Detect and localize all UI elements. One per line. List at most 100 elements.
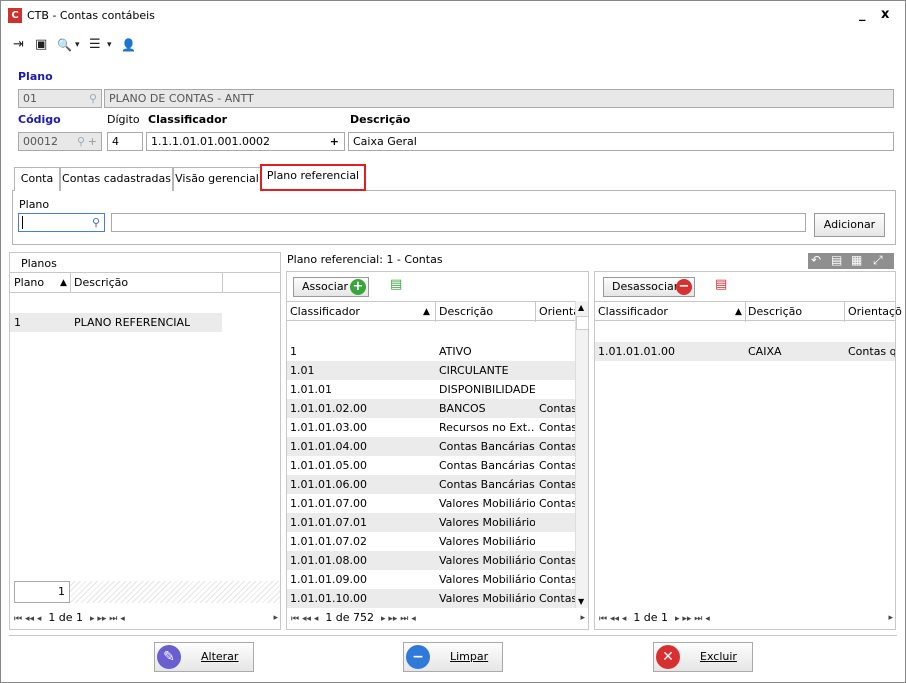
add-list-icon[interactable]: ▤ [390, 277, 402, 292]
prev-page-icon[interactable]: ◂◂ [610, 614, 619, 624]
first-page-icon[interactable]: ⏮ [291, 614, 299, 624]
table-row[interactable]: 1.01.01.02.00 BANCOS Contas [287, 399, 575, 418]
last-page-icon[interactable]: ⏭ [109, 614, 117, 624]
codigo-field[interactable]: 00012 ⚲ + [18, 132, 102, 151]
next-icon[interactable]: ▸ [90, 614, 95, 624]
prev-page-icon[interactable]: ◂◂ [25, 614, 34, 624]
col-header-classificador[interactable]: Classificador [290, 302, 360, 322]
next-page-icon[interactable]: ▸▸ [388, 614, 397, 624]
col-header-descricao[interactable]: Descrição [439, 302, 493, 322]
minimize-button[interactable]: _ [859, 7, 866, 22]
table-row[interactable]: 1.01.01.03.00 Recursos no Ext… Contas [287, 418, 575, 437]
remove-list-icon[interactable]: ▤ [715, 277, 727, 292]
table-row[interactable]: 1.01.01.07.01 Valores Mobiliário… [287, 513, 575, 532]
col-header-orientacao[interactable]: Orientaçõ [848, 302, 902, 322]
divider [435, 302, 436, 322]
prev-page-icon[interactable]: ◂◂ [302, 614, 311, 624]
exit-icon[interactable]: ⇥ [13, 37, 24, 53]
col-header-plano[interactable]: Plano [14, 273, 44, 293]
list-icon[interactable]: ☰ [89, 37, 101, 53]
scroll-left-icon[interactable]: ◂ [411, 614, 416, 624]
digito-field[interactable]: 4 [107, 132, 143, 151]
cell-descricao: Recursos no Ext… [439, 421, 535, 434]
cell-orientacao: Contas [539, 459, 575, 472]
title-bar: C CTB - Contas contábeis _ x [1, 1, 905, 29]
assoc-pager: ⏮ ◂◂ ◂ 1 de 1 ▸ ▸▸ ⏭ ◂ ▸ [599, 611, 893, 626]
table-row[interactable]: 1.01.01.10.00 Valores Mobiliário… Contas [287, 589, 575, 608]
table-row[interactable]: 1.01.01.07.02 Valores Mobiliário… [287, 532, 575, 551]
last-page-icon[interactable]: ⏭ [400, 614, 408, 624]
table-row[interactable]: 1.01 CIRCULANTE [287, 361, 575, 380]
col-header-descricao[interactable]: Descrição [74, 273, 128, 293]
desassociar-button[interactable]: Desassociar − [603, 277, 695, 297]
scroll-left-icon[interactable]: ◂ [705, 614, 710, 624]
table-row[interactable]: 1.01.01.04.00 Contas Bancárias… Contas [287, 437, 575, 456]
cell-classificador: 1 [290, 345, 297, 358]
tab-visao-gerencial[interactable]: Visão gerencial [173, 167, 261, 191]
pager-text: 1 de 1 [633, 611, 669, 624]
scroll-right-icon[interactable]: ▸ [580, 611, 585, 625]
table-row[interactable]: 1.01.01.08.00 Valores Mobiliário… Contas [287, 551, 575, 570]
scroll-right-icon[interactable]: ▸ [273, 611, 278, 625]
plus-icon[interactable]: + [88, 133, 97, 150]
excluir-button[interactable]: ✕ Excluir [653, 642, 753, 672]
table-row[interactable]: 1.01.01.05.00 Contas Bancárias… Contas [287, 456, 575, 475]
search-icon[interactable]: ⚲ [92, 214, 100, 231]
table-row[interactable]: 1.01.01 DISPONIBILIDADES [287, 380, 575, 399]
classificador-field[interactable]: 1.1.1.01.01.001.0002 + [146, 132, 345, 151]
next-icon[interactable]: ▸ [675, 614, 680, 624]
tab-plano-referencial[interactable]: Plano referencial [260, 164, 366, 191]
next-page-icon[interactable]: ▸▸ [97, 614, 106, 624]
screen-icon[interactable]: ▣ [35, 37, 47, 53]
col-header-classificador[interactable]: Classificador [598, 302, 668, 322]
prev-icon[interactable]: ◂ [622, 614, 627, 624]
cell-descricao: Valores Mobiliário… [439, 592, 535, 605]
cell-orientacao: Contas qu [848, 345, 895, 358]
first-page-icon[interactable]: ⏮ [14, 614, 22, 624]
scroll-up-icon[interactable]: ▲ [578, 303, 584, 312]
cell-descricao: PLANO REFERENCIAL [74, 316, 191, 329]
plano-ref-input[interactable]: ⚲ [18, 213, 105, 232]
col-header-orientacao[interactable]: Orienta [539, 302, 580, 322]
expand-icon[interactable]: ⤢ [873, 253, 883, 268]
alterar-button[interactable]: ✎ Alterar [154, 642, 254, 672]
tab-contas-cadastradas[interactable]: Contas cadastradas [60, 167, 173, 191]
scroll-thumb[interactable] [576, 316, 589, 330]
col-header-descricao[interactable]: Descrição [748, 302, 802, 322]
plus-icon[interactable]: + [330, 133, 339, 150]
descricao-field[interactable]: Caixa Geral [348, 132, 894, 151]
scroll-left-icon[interactable]: ◂ [120, 614, 125, 624]
close-button[interactable]: x [881, 7, 889, 22]
divider [535, 302, 536, 322]
table-row[interactable]: 1.01.01.07.00 Valores Mobiliários Contas [287, 494, 575, 513]
table-row[interactable]: 1 PLANO REFERENCIAL [10, 313, 222, 332]
user-icon[interactable]: 👤 [121, 37, 136, 53]
scroll-right-icon[interactable]: ▸ [888, 611, 893, 625]
next-icon[interactable]: ▸ [381, 614, 386, 624]
limpar-button[interactable]: − Limpar [403, 642, 503, 672]
table-row[interactable]: 1.01.01.01.00 CAIXA Contas qu [595, 342, 895, 361]
adicionar-button[interactable]: Adicionar [814, 213, 885, 237]
first-page-icon[interactable]: ⏮ [599, 614, 607, 624]
ref-scrollbar[interactable]: ▲ ▼ [575, 301, 589, 608]
scroll-down-icon[interactable]: ▼ [578, 597, 584, 606]
cell-orientacao: Contas [539, 554, 575, 567]
table-row[interactable]: 1.01.01.09.00 Valores Mobiliário… Contas [287, 570, 575, 589]
prev-icon[interactable]: ◂ [314, 614, 319, 624]
last-page-icon[interactable]: ⏭ [694, 614, 702, 624]
chevron-down-icon[interactable]: ▾ [75, 37, 80, 53]
undo-icon[interactable]: ↶ [811, 253, 821, 267]
search-icon[interactable]: 🔍 [57, 37, 72, 53]
chevron-down-icon[interactable]: ▾ [107, 37, 112, 53]
next-page-icon[interactable]: ▸▸ [682, 614, 691, 624]
cell-classificador: 1.01.01.09.00 [290, 573, 367, 586]
plano-ref-description-field[interactable] [111, 213, 806, 232]
grid-icon[interactable]: ▤ [831, 253, 842, 267]
table-row[interactable]: 1 ATIVO [287, 342, 575, 361]
prev-icon[interactable]: ◂ [37, 614, 42, 624]
associar-button[interactable]: Associar + [293, 277, 369, 297]
document-icon[interactable]: ▦ [851, 253, 862, 267]
table-row[interactable]: 1.01.01.06.00 Contas Bancárias… Contas [287, 475, 575, 494]
search-icon[interactable]: ⚲ [77, 133, 85, 150]
tab-conta[interactable]: Conta [14, 167, 60, 191]
